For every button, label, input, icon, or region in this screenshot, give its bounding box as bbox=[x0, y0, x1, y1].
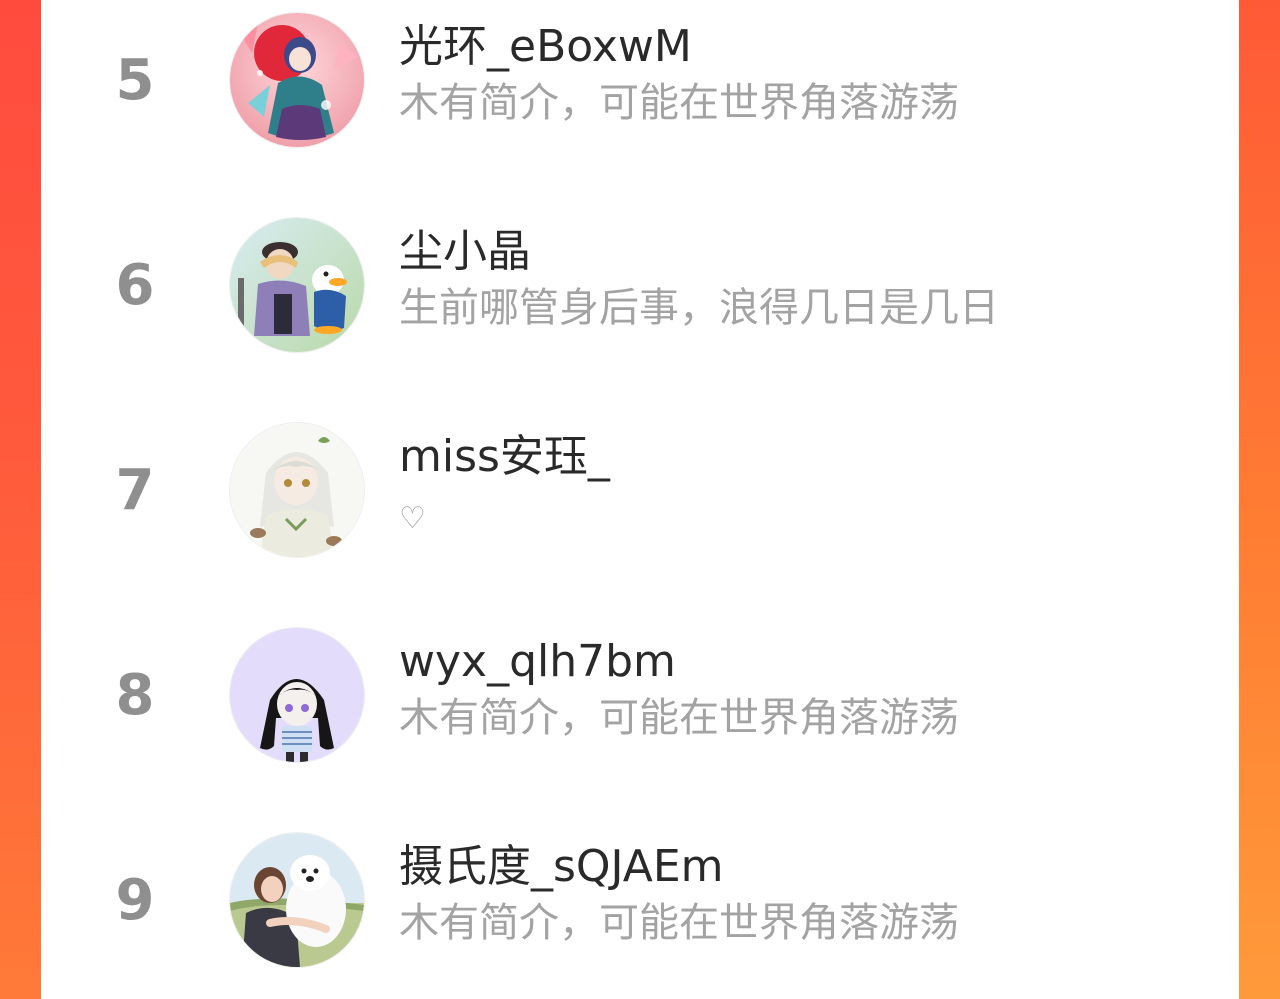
girl-hugging-dog-avatar-icon bbox=[230, 833, 364, 967]
list-item[interactable]: 9 摄氏度_sQJAEm 木有简介，可能在世界角落游荡 bbox=[41, 825, 1239, 975]
avatar[interactable] bbox=[230, 833, 364, 967]
anime-girl-avatar-icon bbox=[230, 13, 364, 147]
avatar[interactable] bbox=[230, 13, 364, 147]
user-bio: 木有简介，可能在世界角落游荡 bbox=[399, 900, 959, 946]
list-item[interactable]: 8 wyx_qlh7bm 木有简介，可能在世界角落游荡 bbox=[41, 620, 1239, 770]
rank-number: 8 bbox=[115, 662, 155, 728]
rank-number: 9 bbox=[115, 867, 155, 933]
user-bio: ♡ bbox=[399, 501, 426, 536]
avatar[interactable] bbox=[230, 628, 364, 762]
list-item[interactable]: 5 光环_eBoxwM 木有简介，可能在世界角落游荡 bbox=[41, 5, 1239, 155]
chibi-girl-avatar-icon bbox=[230, 628, 364, 762]
user-bio: 木有简介，可能在世界角落游荡 bbox=[399, 695, 959, 741]
background-gradient-right bbox=[1236, 0, 1280, 999]
rank-number: 7 bbox=[115, 457, 155, 523]
user-name[interactable]: wyx_qlh7bm bbox=[399, 632, 676, 692]
rank-number: 6 bbox=[115, 252, 155, 318]
ranking-panel: 5 光环_eBoxwM 木有简介，可能在世界角落游荡 6 尘小晶 生前哪管身后事… bbox=[41, 0, 1239, 999]
user-name[interactable]: 摄氏度_sQJAEm bbox=[399, 837, 724, 897]
list-item[interactable]: 6 尘小晶 生前哪管身后事，浪得几日是几日 bbox=[41, 210, 1239, 360]
user-bio: 木有简介，可能在世界角落游荡 bbox=[399, 80, 959, 126]
white-hair-girl-avatar-icon bbox=[230, 423, 364, 557]
list-item[interactable]: 7 miss安珏_ ♡ bbox=[41, 415, 1239, 565]
anime-boy-duck-avatar-icon bbox=[230, 218, 364, 352]
user-name[interactable]: miss安珏_ bbox=[399, 427, 610, 487]
avatar[interactable] bbox=[230, 218, 364, 352]
user-name[interactable]: 尘小晶 bbox=[399, 222, 531, 282]
user-name[interactable]: 光环_eBoxwM bbox=[399, 17, 692, 77]
avatar[interactable] bbox=[230, 423, 364, 557]
user-bio: 生前哪管身后事，浪得几日是几日 bbox=[399, 285, 999, 331]
rank-number: 5 bbox=[115, 47, 155, 113]
